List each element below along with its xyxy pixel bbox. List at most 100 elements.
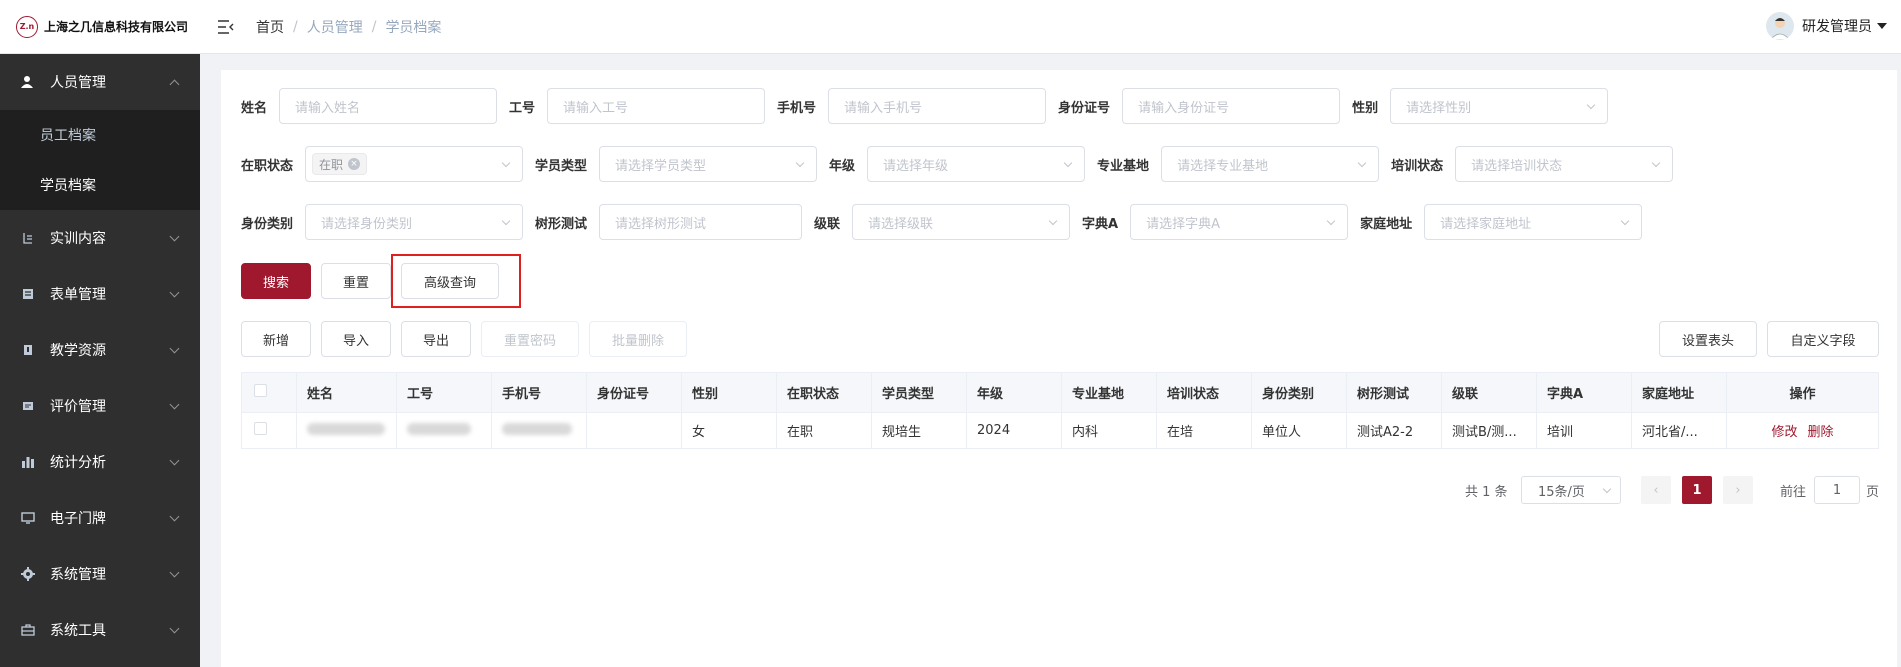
sidebar-item-statistics[interactable]: 统计分析 — [0, 434, 200, 490]
chevron-down-icon — [1620, 216, 1630, 226]
delete-link[interactable]: 删除 — [1808, 425, 1834, 440]
page-size-select[interactable]: 15条/页 — [1521, 476, 1621, 504]
reset-button[interactable]: 重置 — [321, 263, 391, 299]
column-header[interactable]: 姓名 — [296, 372, 397, 413]
column-header[interactable]: 学员类型 — [871, 372, 967, 413]
highlight-annotation — [391, 254, 521, 308]
student-type-select[interactable]: 请选择学员类型 — [599, 146, 818, 182]
cell-tree-test: 测试A2-2 — [1346, 412, 1442, 449]
logo: Z.n 上海之几信息科技有限公司 — [0, 0, 200, 54]
export-button[interactable]: 导出 — [401, 321, 471, 357]
column-header[interactable]: 性别 — [681, 372, 777, 413]
status-tag: 在职 × — [312, 153, 368, 175]
sidebar-item-system[interactable]: 系统管理 — [0, 546, 200, 602]
column-header[interactable]: 级联 — [1441, 372, 1537, 413]
sidebar-item-signage[interactable]: 电子门牌 — [0, 490, 200, 546]
redacted-text — [502, 422, 572, 435]
breadcrumb-home[interactable]: 首页 — [256, 17, 284, 37]
sidebar-item-training[interactable]: 实训内容 — [0, 210, 200, 266]
cell-phone — [491, 412, 587, 449]
column-header[interactable]: 家庭地址 — [1631, 372, 1727, 413]
search-button[interactable]: 搜索 — [241, 263, 311, 299]
table-header-row: 姓名 工号 手机号 身份证号 性别 在职状态 学员类型 年级 专业基地 培训状态… — [241, 372, 1879, 413]
tree-test-select[interactable]: 请选择树形测试 — [599, 204, 803, 240]
page-number-current[interactable]: 1 — [1682, 476, 1712, 504]
sidebar-item-evaluation[interactable]: 评价管理 — [0, 378, 200, 434]
cell-name — [296, 412, 397, 449]
edit-link[interactable]: 修改 — [1771, 425, 1797, 440]
column-header[interactable]: 年级 — [966, 372, 1062, 413]
row-checkbox[interactable] — [254, 422, 267, 435]
filter-row-3: 身份类别 请选择身份类别 树形测试 请选择树形测试 级联 请选择级联 字典A 请… — [241, 204, 1654, 240]
column-header[interactable]: 树形测试 — [1346, 372, 1442, 413]
job-no-input[interactable]: 请输入工号 — [547, 88, 766, 124]
goto-label: 前往 — [1780, 485, 1807, 500]
select-all-checkbox[interactable] — [254, 384, 267, 397]
name-input[interactable]: 请输入姓名 — [279, 88, 498, 124]
user-menu[interactable]: 研发管理员 — [1766, 12, 1887, 40]
sidebar-item-forms[interactable]: 表单管理 — [0, 266, 200, 322]
evaluation-icon — [20, 398, 36, 414]
address-select[interactable]: 请选择家庭地址 — [1424, 204, 1643, 240]
chevron-down-icon — [169, 231, 180, 242]
phone-input[interactable]: 请输入手机号 — [828, 88, 1047, 124]
gear-icon — [20, 566, 36, 582]
column-header[interactable]: 手机号 — [491, 372, 587, 413]
sidebar-item-tools[interactable]: 系统工具 — [0, 602, 200, 658]
goto-page-input[interactable]: 1 — [1814, 476, 1860, 504]
import-button[interactable]: 导入 — [321, 321, 391, 357]
status-select[interactable]: 在职 × — [305, 146, 524, 182]
dict-a-select[interactable]: 请选择字典A — [1130, 204, 1349, 240]
batch-delete-button[interactable]: 批量删除 — [589, 321, 687, 357]
column-header[interactable]: 身份类别 — [1251, 372, 1347, 413]
id-card-input[interactable]: 请输入身份证号 — [1122, 88, 1341, 124]
training-icon — [20, 230, 36, 246]
tag-close-icon[interactable]: × — [348, 158, 361, 170]
logo-mark: Z.n — [16, 15, 38, 38]
next-page-button[interactable]: › — [1723, 476, 1753, 504]
column-header[interactable]: 专业基地 — [1061, 372, 1157, 413]
sidebar-item-personnel[interactable]: 人员管理 — [0, 54, 200, 110]
identity-select[interactable]: 请选择身份类别 — [305, 204, 524, 240]
sidebar-item-resources[interactable]: 教学资源 — [0, 322, 200, 378]
users-icon — [20, 74, 36, 90]
column-header[interactable]: 工号 — [396, 372, 492, 413]
column-header[interactable]: 在职状态 — [776, 372, 872, 413]
train-status-select[interactable]: 请选择培训状态 — [1455, 146, 1674, 182]
sidebar-subitem-staff[interactable]: 员工档案 — [0, 110, 200, 160]
user-name: 研发管理员 — [1802, 19, 1872, 35]
column-header[interactable]: 身份证号 — [586, 372, 682, 413]
column-header[interactable]: 字典A — [1536, 372, 1632, 413]
sidebar-subitem-students[interactable]: 学员档案 — [0, 160, 200, 210]
gender-select[interactable]: 请选择性别 — [1390, 88, 1609, 124]
sidebar-item-label: 系统管理 — [50, 567, 106, 583]
sidebar-item-label: 人员管理 — [50, 75, 106, 91]
toolbox-icon — [20, 622, 36, 638]
submenu-personnel: 员工档案 学员档案 — [0, 110, 200, 210]
add-button[interactable]: 新增 — [241, 321, 311, 357]
custom-field-button[interactable]: 自定义字段 — [1767, 321, 1879, 357]
name-label: 姓名 — [241, 100, 268, 116]
column-header[interactable]: 培训状态 — [1156, 372, 1252, 413]
chevron-down-icon — [1357, 158, 1367, 168]
chevron-down-icon — [169, 511, 180, 522]
chevron-down-icon — [1063, 158, 1073, 168]
breadcrumb-separator: / — [371, 18, 377, 35]
menu-toggle-icon[interactable] — [216, 17, 236, 37]
cell-actions: 修改 删除 — [1726, 412, 1879, 449]
base-select[interactable]: 请选择专业基地 — [1161, 146, 1380, 182]
reset-password-button[interactable]: 重置密码 — [481, 321, 579, 357]
phone-label: 手机号 — [777, 100, 817, 116]
set-header-button[interactable]: 设置表头 — [1659, 321, 1757, 357]
grade-select[interactable]: 请选择年级 — [867, 146, 1086, 182]
prev-page-button[interactable]: ‹ — [1641, 476, 1671, 504]
chart-icon — [20, 454, 36, 470]
cell-status: 在职 — [776, 412, 872, 449]
redacted-text — [307, 422, 385, 435]
cascade-select[interactable]: 请选择级联 — [852, 204, 1071, 240]
chevron-down-icon — [795, 158, 805, 168]
column-header: 操作 — [1726, 372, 1879, 413]
chevron-right-icon: › — [1735, 482, 1741, 498]
breadcrumb-personnel[interactable]: 人员管理 — [307, 17, 363, 37]
chevron-down-icon — [1651, 158, 1661, 168]
